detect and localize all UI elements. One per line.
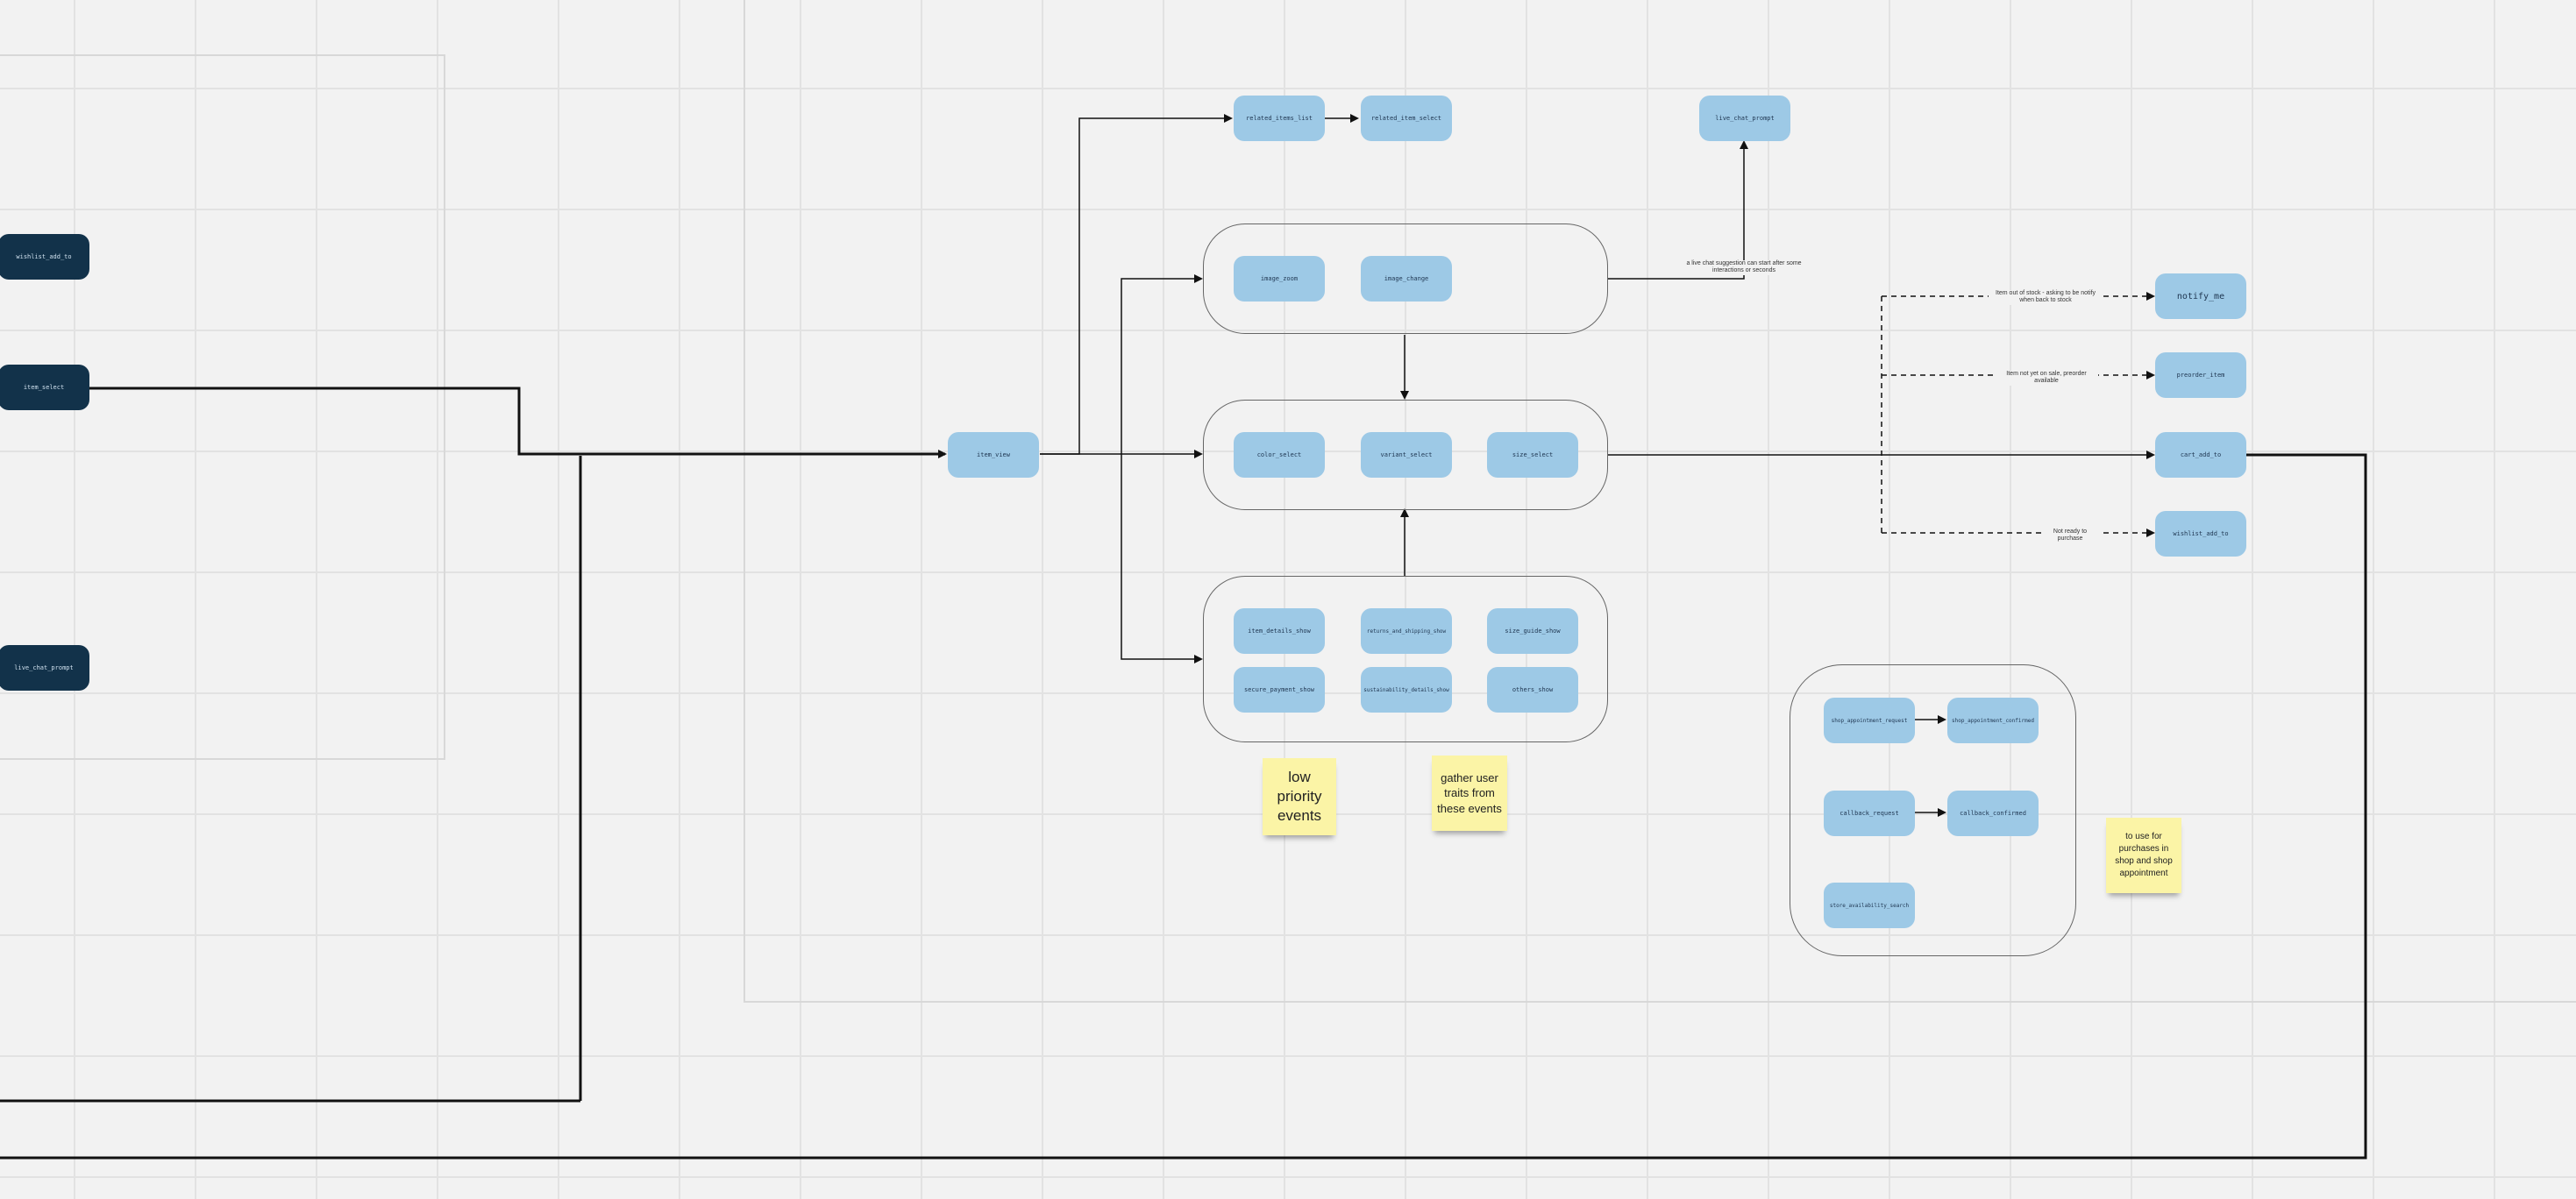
edge-to-live-chat [1608,140,1748,280]
node-variant-select[interactable]: variant_select [1361,432,1452,478]
edge-label-wishlist: Not ready to purchase [2041,529,2099,543]
node-item-details-show[interactable]: item_details_show [1234,608,1325,654]
node-notify-me[interactable]: notify_me [2155,273,2246,319]
node-item-view[interactable]: item_view [948,432,1039,478]
edge-to-details-group [1121,454,1203,663]
node-returns-and-shipping-show[interactable]: returns_and_shipping_show [1361,608,1452,654]
node-live-chat-prompt[interactable]: live_chat_prompt [1699,96,1790,141]
edge-label-notify: Item out of stock - asking to be notify … [1989,290,2103,305]
edge-to-image-group [1121,274,1203,454]
node-preorder-item[interactable]: preorder_item [2155,352,2246,398]
node-item-select[interactable]: item_select [0,365,89,410]
node-store-availability-search[interactable]: store_availability_search [1824,883,1915,928]
node-image-change[interactable]: image_change [1361,256,1452,302]
node-wishlist-add-to[interactable]: wishlist_add_to [2155,511,2246,557]
node-shop-appointment-request[interactable]: shop_appointment_request [1824,698,1915,743]
node-size-select[interactable]: size_select [1487,432,1578,478]
node-secure-payment-show[interactable]: secure_payment_show [1234,667,1325,713]
node-color-select[interactable]: color_select [1234,432,1325,478]
node-related-item-select[interactable]: related_item_select [1361,96,1452,141]
edge-item-select-to-item-view [89,387,947,458]
node-sustainability-details-show[interactable]: sustainability_details_show [1361,667,1452,713]
node-wishlist-add-to-left[interactable]: wishlist_add_to [0,234,89,280]
node-others-show[interactable]: others_show [1487,667,1578,713]
node-image-zoom[interactable]: image_zoom [1234,256,1325,302]
node-live-chat-prompt-left[interactable]: live_chat_prompt [0,645,89,691]
edge-label-preorder: Item not yet on sale, preorder available [1995,371,2098,386]
node-shop-appointment-confirmed[interactable]: shop_appointment_confirmed [1947,698,2039,743]
node-size-guide-show[interactable]: size_guide_show [1487,608,1578,654]
details-events-group [1203,576,1608,742]
sticky-gather-traits: gather user traits from these events [1432,756,1507,831]
node-cart-add-to[interactable]: cart_add_to [2155,432,2246,478]
edge-label-live-chat: a live chat suggestion can start after s… [1685,260,1803,275]
sticky-shop-purchases: to use for purchases in shop and shop ap… [2106,818,2181,893]
sticky-low-priority: low priority events [1263,758,1336,835]
node-callback-request[interactable]: callback_request [1824,791,1915,836]
node-related-items-list[interactable]: related_items_list [1234,96,1325,141]
node-callback-confirmed[interactable]: callback_confirmed [1947,791,2039,836]
